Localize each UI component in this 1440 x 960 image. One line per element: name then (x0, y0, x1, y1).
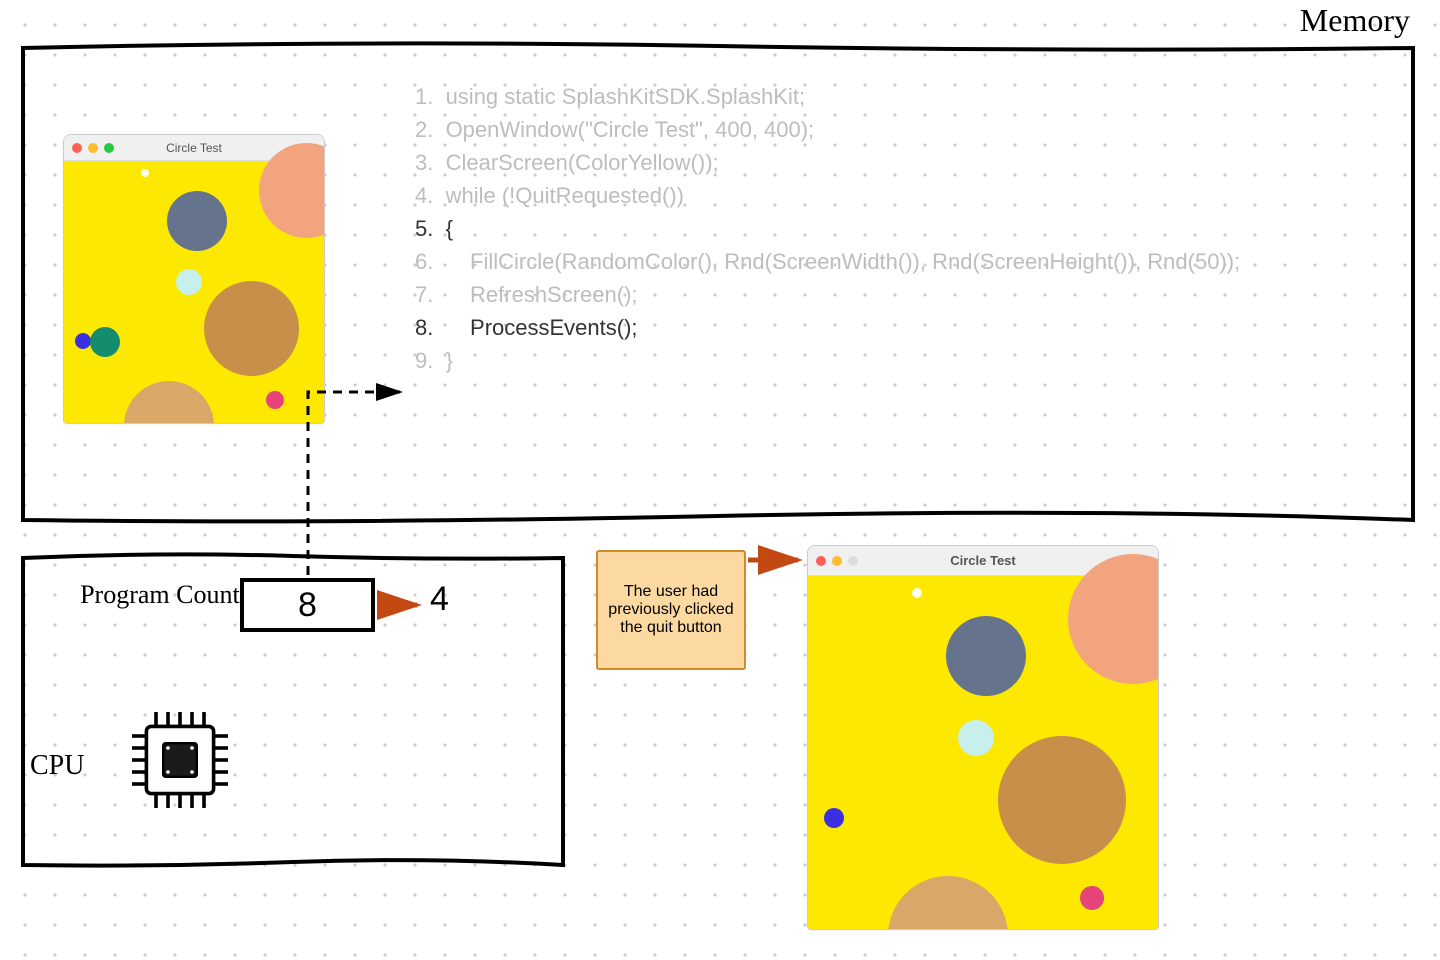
canvas-small (64, 161, 324, 423)
circle (141, 169, 149, 177)
circle (204, 281, 299, 376)
circle (888, 876, 1008, 930)
app-window-small: Circle Test (63, 134, 325, 424)
program-counter-next: 4 (430, 580, 449, 619)
maximize-icon[interactable] (848, 556, 858, 566)
code-line: 6. FillCircle(RandomColor(), Rnd(ScreenW… (415, 245, 1240, 278)
circle (946, 616, 1026, 696)
close-icon[interactable] (72, 143, 82, 153)
circle (124, 381, 214, 424)
code-line: 9. } (415, 344, 1240, 377)
window-controls (72, 143, 114, 153)
circle (90, 327, 120, 357)
circle (266, 391, 284, 409)
arrow-pc-next (375, 590, 435, 620)
circle (1080, 886, 1104, 910)
code-line: 1. using static SplashKitSDK.SplashKit; (415, 80, 1240, 113)
window-controls (816, 556, 858, 566)
program-counter-label: Program Counter (80, 580, 260, 610)
sticky-note: The user had previously clicked the quit… (596, 550, 746, 670)
app-window-big: Circle Test (807, 545, 1159, 930)
code-line: 4. while (!QuitRequested()) (415, 179, 1240, 212)
memory-label: Memory (1300, 2, 1410, 39)
circle (958, 720, 994, 756)
minimize-icon[interactable] (832, 556, 842, 566)
code-listing: 1. using static SplashKitSDK.SplashKit;2… (415, 80, 1240, 377)
close-icon[interactable] (816, 556, 826, 566)
circle (75, 333, 91, 349)
cpu-label: CPU (30, 750, 84, 782)
circle (824, 808, 844, 828)
code-line: 5. { (415, 212, 1240, 245)
code-line: 3. ClearScreen(ColorYellow()); (415, 146, 1240, 179)
maximize-icon[interactable] (104, 143, 114, 153)
code-line: 8. ProcessEvents(); (415, 311, 1240, 344)
cpu-chip-icon (120, 700, 240, 820)
circle (167, 191, 227, 251)
arrow-note-to-close (746, 545, 816, 575)
canvas-big (808, 576, 1158, 929)
circle (176, 269, 202, 295)
code-line: 2. OpenWindow("Circle Test", 400, 400); (415, 113, 1240, 146)
circle (912, 588, 922, 598)
code-line: 7. RefreshScreen(); (415, 278, 1240, 311)
program-counter-value: 8 (240, 578, 375, 632)
minimize-icon[interactable] (88, 143, 98, 153)
circle (998, 736, 1126, 864)
